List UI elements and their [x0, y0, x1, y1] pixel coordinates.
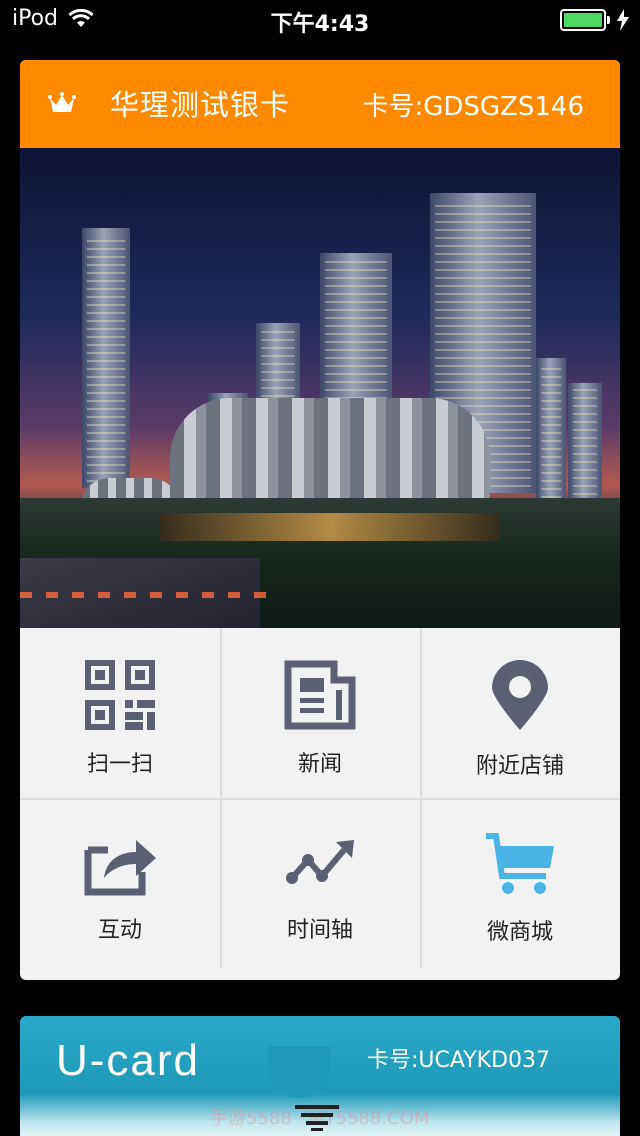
shopping-cart-icon — [486, 833, 554, 894]
card-title: 华瑆测试银卡 — [110, 88, 291, 122]
menu-label: 时间轴 — [286, 918, 353, 943]
tower — [82, 228, 130, 488]
menu-timeline[interactable]: 时间轴 — [220, 800, 420, 970]
qr-code-icon — [85, 660, 155, 730]
status-right — [560, 9, 630, 31]
menu-icon[interactable] — [295, 1105, 339, 1131]
card-number: 卡号:UCAYKD037 — [366, 1048, 550, 1073]
feature-grid: 扫一扫 新闻 附近店铺 互动 时间轴 微商城 — [20, 628, 620, 980]
crown-icon — [48, 92, 76, 112]
u-card-logo: U-card — [56, 1036, 201, 1085]
news-icon — [284, 660, 356, 730]
menu-label: 互动 — [97, 918, 142, 943]
menu-label: 附近店铺 — [475, 754, 564, 779]
menu-label: 新闻 — [297, 752, 342, 777]
menu-interact[interactable]: 互动 — [20, 800, 220, 970]
silver-card: 华瑆测试银卡 卡号:GDSGZS146 扫一扫 新闻 附近店铺 互动 时间轴 微… — [20, 60, 620, 980]
timeline-icon — [286, 840, 354, 884]
card-header[interactable]: 华瑆测试银卡 卡号:GDSGZS146 — [20, 60, 620, 148]
share-icon — [84, 840, 156, 896]
card-number: 卡号:GDSGZS146 — [362, 92, 584, 122]
menu-nearby-stores[interactable]: 附近店铺 — [420, 628, 620, 798]
battery-icon — [560, 9, 610, 31]
menu-label: 扫一扫 — [86, 752, 153, 777]
divider — [20, 798, 620, 800]
hero-image[interactable] — [20, 148, 620, 628]
menu-scan[interactable]: 扫一扫 — [20, 628, 220, 798]
status-time: 下午4:43 — [270, 12, 370, 37]
status-bar: iPod 下午4:43 — [0, 0, 640, 40]
location-pin-icon — [492, 660, 548, 730]
street-lights — [20, 592, 280, 598]
menu-label: 微商城 — [486, 920, 553, 945]
menu-micro-mall[interactable]: 微商城 — [420, 800, 620, 970]
charging-icon — [617, 9, 629, 31]
menu-news[interactable]: 新闻 — [220, 628, 420, 798]
mall-base — [160, 513, 500, 541]
